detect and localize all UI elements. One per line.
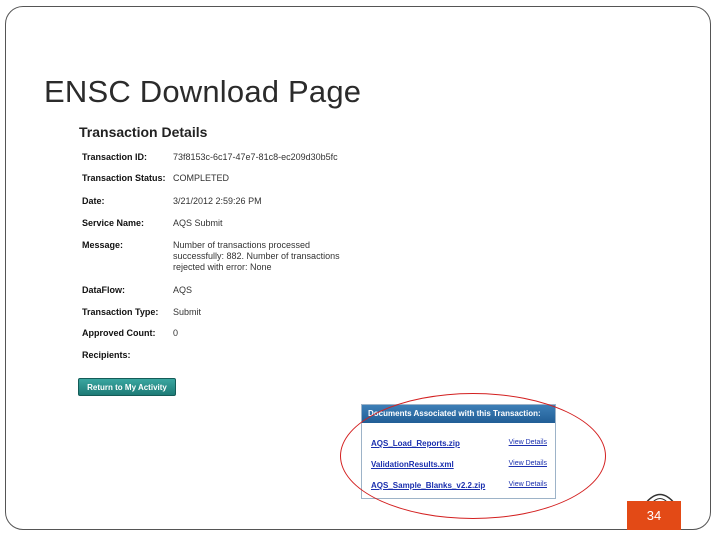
view-details-link[interactable]: View Details xyxy=(509,460,547,467)
document-link-aqs-sample-blanks[interactable]: AQS_Sample_Blanks_v2.2.zip xyxy=(371,481,485,490)
transaction-type-label: Transaction Type: xyxy=(82,307,159,317)
transaction-id-value: 73f8153c-6c17-47e7-81c8-ec209d30b5fc xyxy=(173,152,338,162)
document-row: AQS_Sample_Blanks_v2.2.zip View Details xyxy=(371,481,547,492)
document-row: AQS_Load_Reports.zip View Details xyxy=(371,439,547,450)
transaction-type-value: Submit xyxy=(173,307,202,317)
documents-panel-header: Documents Associated with this Transacti… xyxy=(362,405,555,423)
service-name-label: Service Name: xyxy=(82,218,145,228)
transaction-status-value: COMPLETED xyxy=(173,173,230,183)
message-label: Message: xyxy=(82,240,124,250)
view-details-link[interactable]: View Details xyxy=(509,481,547,488)
transaction-details-title: Transaction Details xyxy=(79,124,208,140)
transaction-status-label: Transaction Status: xyxy=(82,173,166,183)
service-name-value: AQS Submit xyxy=(173,218,223,228)
document-row: ValidationResults.xml View Details xyxy=(371,460,547,471)
dataflow-label: DataFlow: xyxy=(82,285,126,295)
return-to-my-activity-button[interactable]: Return to My Activity xyxy=(78,378,176,396)
date-value: 3/21/2012 2:59:26 PM xyxy=(173,196,262,206)
transaction-id-label: Transaction ID: xyxy=(82,152,148,162)
approved-count-value: 0 xyxy=(173,328,179,338)
message-value: Number of transactions processed success… xyxy=(173,240,340,272)
dataflow-value: AQS xyxy=(173,285,193,295)
recipients-label: Recipients: xyxy=(82,350,131,360)
approved-count-label: Approved Count: xyxy=(82,328,156,338)
documents-panel: Documents Associated with this Transacti… xyxy=(361,404,556,499)
date-label: Date: xyxy=(82,196,105,206)
page-number: 34 xyxy=(627,501,681,530)
slide-title: ENSC Download Page xyxy=(44,74,362,109)
document-link-aqs-load-reports[interactable]: AQS_Load_Reports.zip xyxy=(371,439,460,448)
document-link-validation-results[interactable]: ValidationResults.xml xyxy=(371,460,454,469)
view-details-link[interactable]: View Details xyxy=(509,439,547,446)
